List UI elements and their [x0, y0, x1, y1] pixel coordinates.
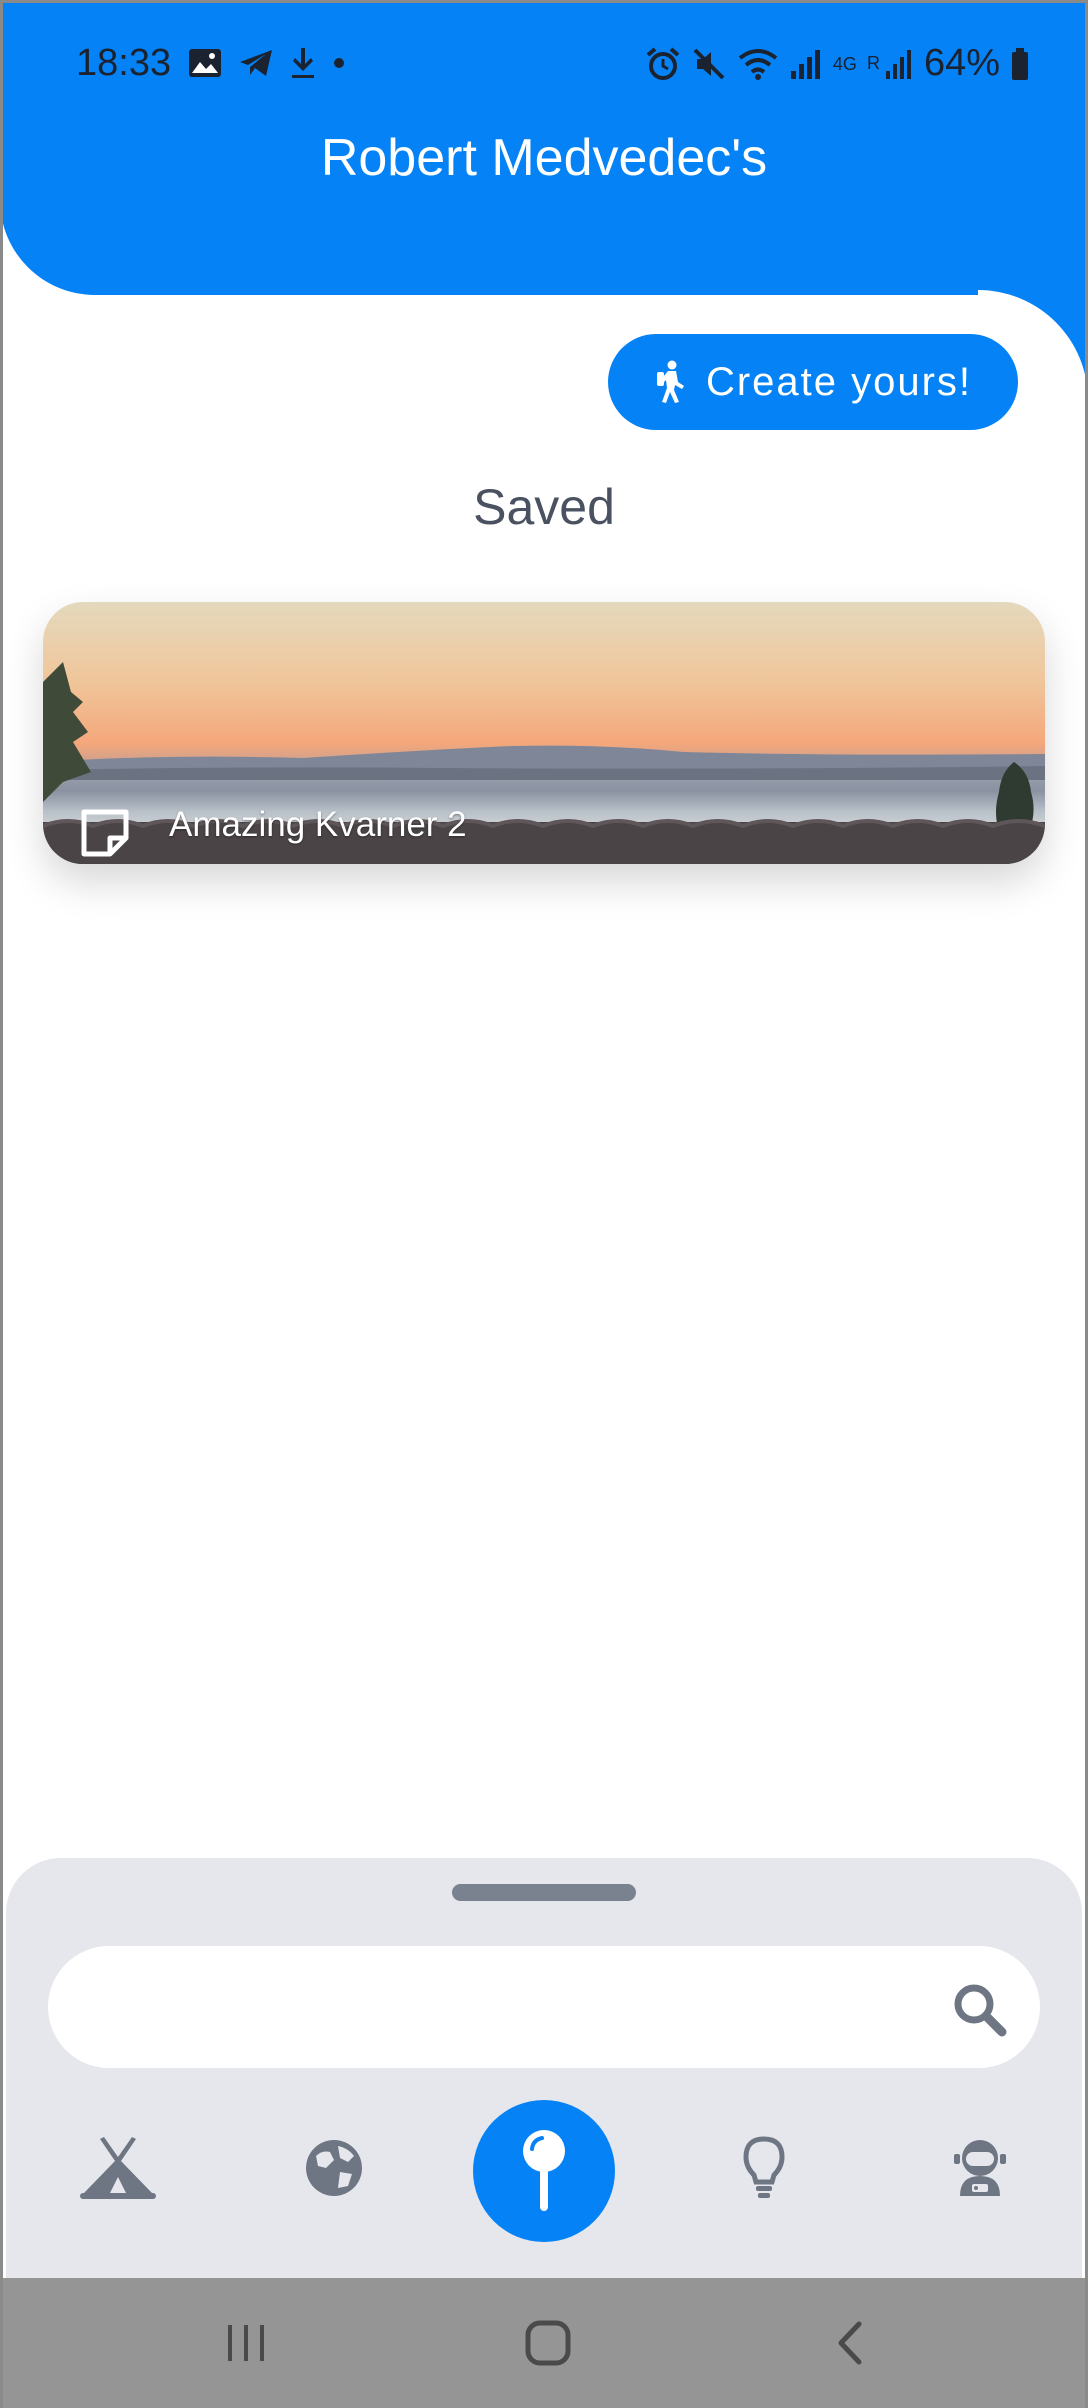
nav-astronaut[interactable]	[910, 2098, 1050, 2238]
bottom-sheet	[6, 1858, 1082, 2278]
tent-icon	[80, 2137, 156, 2199]
telegram-icon	[240, 50, 272, 76]
note-icon	[81, 809, 129, 857]
status-notification-icons	[188, 46, 346, 80]
create-yours-button[interactable]: Create yours!	[608, 334, 1018, 430]
nav-lightbulb[interactable]	[694, 2098, 834, 2238]
network-type-text: 4G	[832, 53, 857, 74]
network-type-label: 4G	[833, 55, 857, 73]
status-time: 18:33	[76, 42, 172, 84]
section-title: Saved	[473, 479, 615, 535]
search-input[interactable]	[48, 1946, 1040, 2068]
recents-button[interactable]	[186, 2298, 306, 2388]
home-icon	[525, 2320, 571, 2366]
create-yours-label: Create yours!	[705, 359, 973, 404]
astronaut-icon	[954, 2140, 1006, 2196]
hiking-icon	[656, 360, 684, 403]
nav-globe[interactable]	[264, 2098, 404, 2238]
download-icon	[292, 48, 314, 78]
wifi-icon	[738, 48, 778, 80]
home-button[interactable]	[488, 2298, 608, 2388]
nav-pin-active[interactable]	[473, 2100, 615, 2242]
roaming-label: R	[866, 53, 880, 73]
card-tree-left	[43, 662, 91, 802]
sheet-drag-handle[interactable]	[452, 1884, 636, 1901]
dot-icon	[334, 58, 344, 68]
search-icon[interactable]	[950, 1980, 1008, 2038]
signal-icon	[790, 49, 820, 79]
recents-icon	[228, 2325, 264, 2361]
back-button[interactable]	[790, 2298, 910, 2388]
back-icon	[838, 2321, 862, 2365]
saved-card[interactable]: Amazing Kvarner 2	[43, 602, 1045, 864]
globe-icon	[306, 2140, 362, 2196]
battery-icon	[1012, 47, 1028, 80]
alarm-icon	[646, 46, 680, 80]
battery-percent: 64%	[923, 42, 1000, 84]
status-right-icons: 4G R 64%	[645, 42, 1030, 85]
lightbulb-icon	[743, 2136, 785, 2198]
mute-icon	[693, 48, 725, 79]
saved-card-title: Amazing Kvarner 2	[169, 805, 467, 844]
pin-icon	[523, 2130, 565, 2211]
gallery-icon	[189, 49, 221, 77]
card-mountains	[43, 745, 1045, 780]
nav-tent[interactable]	[48, 2098, 188, 2238]
signal-icon-secondary	[885, 49, 911, 79]
status-bar: 18:33 4G R 64%	[0, 0, 1088, 130]
android-nav-bar	[0, 2278, 1088, 2408]
page-title: Robert Medvedec's	[320, 129, 768, 187]
